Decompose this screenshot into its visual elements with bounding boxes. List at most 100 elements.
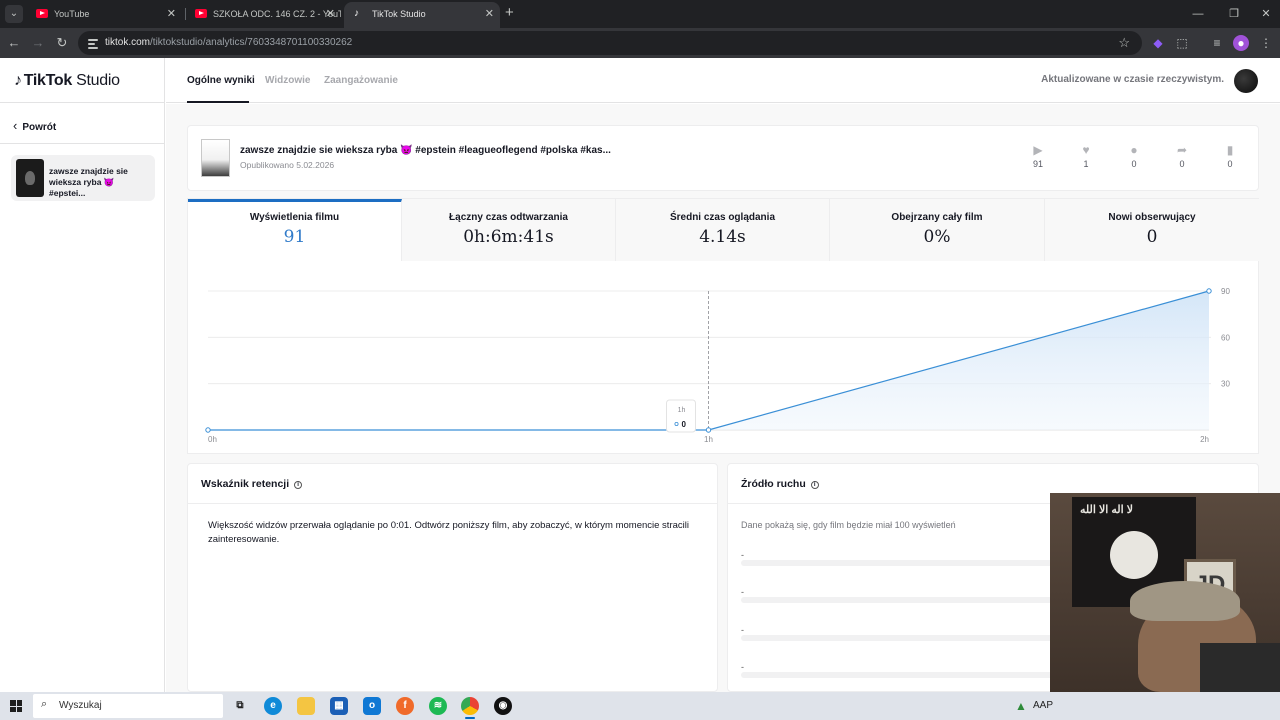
metric-full-watch[interactable]: Obejrzany cały film 0% [830, 199, 1045, 261]
youtube-icon [36, 9, 48, 18]
tiktok-icon: ♪ [354, 8, 359, 19]
minimize-icon[interactable]: — [1180, 0, 1216, 28]
sidebar: ♪ TikTok Studio ‹ Powrót zawsze znajdzie s… [0, 58, 165, 692]
browser-toolbar: ← → ↻ tiktok.com/tiktokstudio/analytics/… [0, 28, 1280, 58]
x-tick-label: 0h [208, 435, 217, 444]
analytics-tabs: Ogólne wyniki Widzowie Zaangażowanie Akt… [166, 58, 1280, 103]
browser-tab-szkola[interactable]: SZKOŁA ODC. 146 CZ. 2 - YouTu ✕ [185, 2, 341, 28]
chrome-icon[interactable] [461, 697, 479, 715]
metric-avg-watch-time[interactable]: Średni czas oglądania 4.14s [616, 199, 830, 261]
metric-views[interactable]: Wyświetlenia filmu 91 [188, 199, 402, 261]
restore-icon[interactable]: ❐ [1216, 0, 1252, 28]
avatar[interactable] [1234, 69, 1258, 93]
close-icon[interactable]: ✕ [326, 2, 335, 26]
search-icon: ⌕ [41, 698, 48, 710]
bookmark-icon: ▮ [1226, 143, 1234, 157]
info-icon[interactable]: i [810, 481, 819, 489]
retention-text: Większość widzów przerwała oglądanie po … [208, 520, 689, 545]
taskbar-search[interactable]: ⌕ Wyszukaj [33, 694, 223, 718]
close-icon[interactable]: ✕ [485, 2, 494, 26]
edge-icon[interactable]: e [264, 697, 282, 715]
x-tick-label: 2h [1200, 435, 1209, 444]
bookmark-star-icon[interactable]: ☆ [1118, 31, 1130, 55]
person-cap [1130, 581, 1240, 621]
card-title: Źródło ruchu i [741, 478, 819, 490]
stocks-icon[interactable]: ▲ [1012, 697, 1030, 715]
divider [0, 102, 165, 103]
y-tick-label: 60 [1221, 333, 1230, 342]
webcam-overlay: لا اله الا الله JD [1050, 493, 1280, 692]
media-control-icon[interactable]: ≡ [1209, 35, 1225, 51]
tiktok-note-icon: ♪ [14, 72, 22, 89]
views-chart: 30 60 90 0h 1h 2h 1h 0 [187, 261, 1259, 454]
outlook-icon[interactable]: o [363, 697, 381, 715]
person-shirt [1200, 643, 1280, 692]
likes-stat: ♥ 1 [1071, 143, 1101, 169]
flag-seal [1110, 531, 1158, 579]
card-header: Wskaźnik retencji i [188, 464, 717, 504]
sidebar-video-item[interactable]: zawsze znajdzie sie wieksza ryba 👿 #epst… [11, 155, 155, 201]
tab-viewers[interactable]: Widzowie [265, 75, 310, 86]
tab-title: SZKOŁA ODC. 146 CZ. 2 - YouTu [213, 9, 341, 19]
site-info-icon[interactable] [88, 38, 98, 49]
obs-icon[interactable]: ◉ [494, 697, 512, 715]
data-point [205, 427, 211, 433]
tab-title: YouTube [54, 9, 90, 19]
tab-title: TikTok Studio [372, 9, 426, 19]
active-tab-indicator [187, 101, 249, 103]
spotify-icon[interactable]: ≋ [429, 697, 447, 715]
url-text: tiktok.com/tiktokstudio/analytics/760334… [105, 37, 353, 48]
metrics-row: Wyświetlenia filmu 91 Łączny czas odtwar… [187, 198, 1259, 261]
info-icon[interactable]: i [294, 481, 303, 489]
video-thumbnail [16, 159, 44, 197]
file-explorer-icon[interactable] [297, 697, 315, 715]
menu-kebab-icon[interactable]: ⋮ [1258, 35, 1274, 51]
reload-icon[interactable]: ↻ [53, 34, 71, 52]
tooltip-value: 0 [682, 420, 687, 429]
comment-icon: ● [1130, 143, 1138, 157]
address-bar[interactable]: tiktok.com/tiktokstudio/analytics/760334… [78, 31, 1142, 55]
saves-stat: ▮ 0 [1215, 143, 1245, 169]
metric-new-followers[interactable]: Nowi obserwujący 0 [1045, 199, 1259, 261]
shares-stat: ➦ 0 [1167, 143, 1197, 169]
close-window-icon[interactable]: ✕ [1248, 0, 1280, 28]
tab-engagement[interactable]: Zaangażowanie [324, 75, 398, 86]
data-point [705, 427, 712, 433]
close-icon[interactable]: ✕ [167, 2, 176, 26]
share-icon: ➦ [1176, 143, 1188, 157]
browser-tab-bar: ⌄ YouTube ✕ SZKOŁA ODC. 146 CZ. 2 - YouT… [0, 0, 1280, 28]
tray-ticker-text: AAP [1033, 700, 1054, 711]
play-icon: ▶ [1033, 143, 1043, 157]
views-line-chart: 30 60 90 0h 1h 2h 1h 0 [205, 287, 1230, 444]
tiktok-studio-logo[interactable]: ♪ TikTok Studio [14, 72, 120, 90]
new-tab-button[interactable]: + [505, 4, 514, 22]
video-title: zawsze znajdzie sie wieksza ryba 👿 #epst… [240, 145, 611, 156]
back-arrow-icon[interactable]: ← [5, 34, 23, 52]
profile-avatar-icon[interactable]: ● [1233, 35, 1249, 51]
firefox-icon[interactable]: f [396, 697, 414, 715]
heart-icon: ♥ [1082, 143, 1090, 157]
card-title: Wskaźnik retencji i [201, 478, 303, 490]
traffic-placeholder-text: Dane pokażą się, gdy film będzie miał 10… [741, 520, 956, 530]
windows-taskbar: ⌕ Wyszukaj ⧉ e ▦ o f ≋ ◉ ▲ AAP [0, 692, 1280, 720]
realtime-status: Aktualizowane w czasie rzeczywistym. [1041, 74, 1224, 85]
browser-tab-youtube[interactable]: YouTube ✕ [26, 2, 182, 28]
extension-icon[interactable]: ◆ [1150, 35, 1166, 51]
tab-search-button[interactable]: ⌄ [5, 5, 23, 23]
video-thumbnail[interactable] [201, 139, 230, 177]
sidebar-video-title: zawsze znajdzie sie wieksza ryba 👿 #epst… [49, 166, 128, 198]
windows-start-icon[interactable] [10, 700, 22, 712]
back-button[interactable]: ‹ Powrót [13, 118, 56, 133]
tab-overview[interactable]: Ogólne wyniki [187, 75, 255, 86]
forward-arrow-icon[interactable]: → [29, 34, 47, 52]
browser-tab-tiktok-studio[interactable]: ♪ TikTok Studio ✕ [344, 2, 500, 28]
views-stat: ▶ 91 [1023, 143, 1053, 169]
task-view-icon[interactable]: ⧉ [231, 697, 249, 715]
metric-total-watch-time[interactable]: Łączny czas odtwarzania 0h:6m:41s [402, 199, 616, 261]
publish-date: Opublikowano 5.02.2026 [240, 160, 335, 170]
retention-card: Wskaźnik retencji i Większość widzów prz… [187, 463, 718, 692]
extensions-puzzle-icon[interactable]: ⬚ [1174, 35, 1190, 51]
youtube-icon [195, 9, 207, 18]
store-icon[interactable]: ▦ [330, 697, 348, 715]
tooltip-label: 1h [678, 407, 686, 414]
